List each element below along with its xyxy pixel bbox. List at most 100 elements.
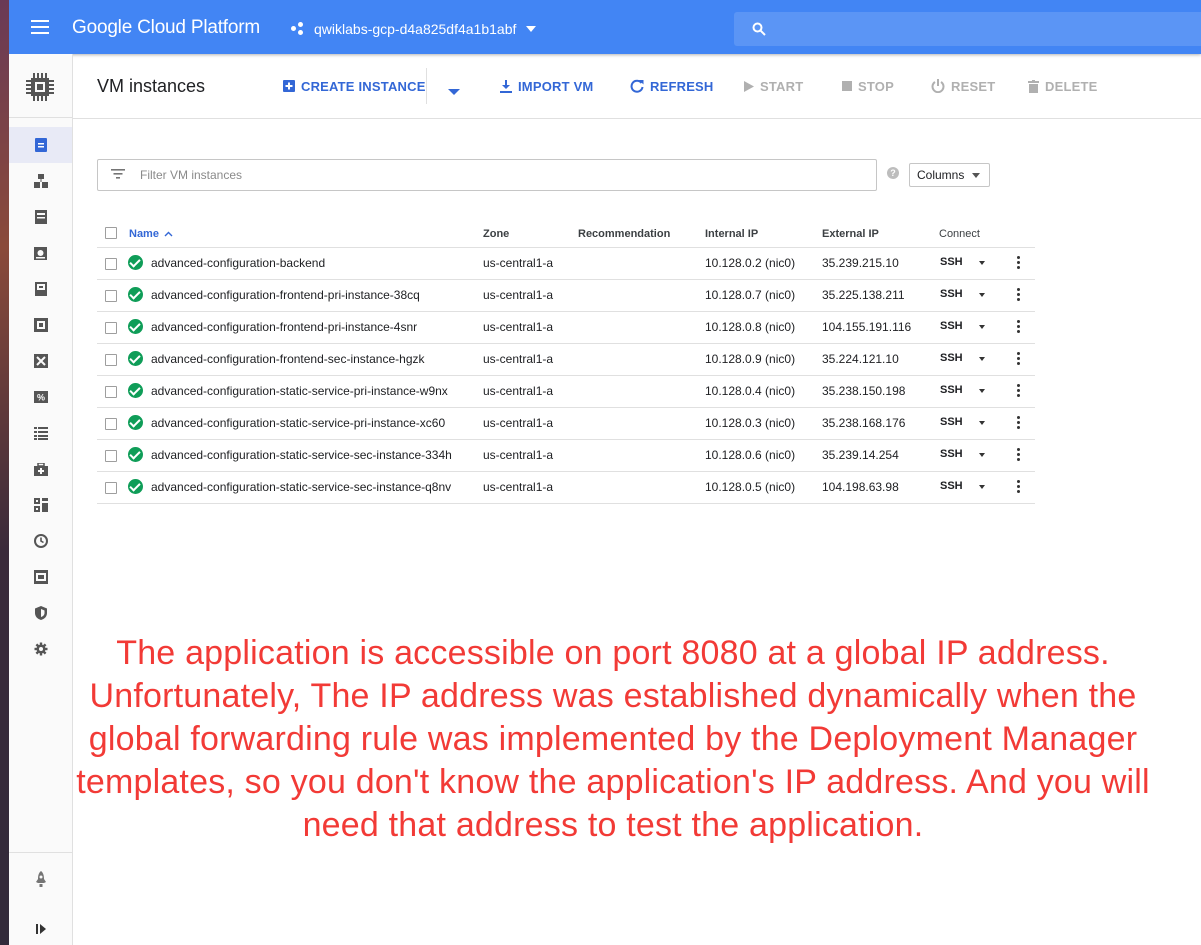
ssh-button[interactable]: SSH [940,320,963,332]
brand-title[interactable]: Google Cloud Platform [72,17,260,39]
table-row[interactable]: advanced-configuration-backend us-centra… [97,248,1035,280]
external-ip-cell[interactable]: 35.224.121.10 [822,352,899,366]
instance-name-link[interactable]: advanced-configuration-static-service-se… [151,480,451,494]
more-actions-icon[interactable] [1017,448,1020,463]
ssh-menu-chevron-icon[interactable] [979,325,985,329]
instance-groups-icon[interactable] [9,163,72,199]
import-vm-button[interactable]: IMPORT VM [500,77,593,95]
more-actions-icon[interactable] [1017,416,1020,431]
table-row[interactable]: advanced-configuration-static-service-pr… [97,376,1035,408]
machine-images-icon[interactable] [9,271,72,307]
ssh-menu-chevron-icon[interactable] [979,293,985,297]
delete-button[interactable]: DELETE [1028,77,1097,95]
ssh-menu-chevron-icon[interactable] [979,261,985,265]
ssh-menu-chevron-icon[interactable] [979,389,985,393]
instance-name-link[interactable]: advanced-configuration-backend [151,256,325,270]
ssh-menu-chevron-icon[interactable] [979,453,985,457]
more-actions-icon[interactable] [1017,320,1020,335]
create-instance-button[interactable]: CREATE INSTANCE [283,77,426,95]
instance-name-link[interactable]: advanced-configuration-static-service-se… [151,448,452,462]
external-ip-cell[interactable]: 35.238.150.198 [822,384,905,398]
table-row[interactable]: advanced-configuration-static-service-se… [97,472,1035,504]
ssh-button[interactable]: SSH [940,256,963,268]
ssh-button[interactable]: SSH [940,352,963,364]
instance-templates-icon[interactable] [9,199,72,235]
more-actions-icon[interactable] [1017,256,1020,271]
internal-ip-cell: 10.128.0.8 (nic0) [705,320,796,334]
project-selector[interactable]: qwiklabs-gcp-d4a825df4a1b1abf [291,17,537,41]
instance-name-link[interactable]: advanced-configuration-frontend-sec-inst… [151,352,425,366]
create-instance-menu-button[interactable] [448,83,460,101]
row-checkbox[interactable] [105,482,117,494]
ssh-button[interactable]: SSH [940,448,963,460]
start-button[interactable]: START [744,77,803,95]
row-checkbox[interactable] [105,290,117,302]
column-name[interactable]: Name [129,228,173,240]
more-actions-icon[interactable] [1017,288,1020,303]
sole-tenant-nodes-icon[interactable] [9,235,72,271]
zone-cell: us-central1-a [483,256,554,270]
security-scans-icon[interactable] [9,595,72,631]
table-row[interactable]: advanced-configuration-frontend-pri-inst… [97,280,1035,312]
tpus-icon[interactable] [9,307,72,343]
help-icon[interactable]: ? [887,167,899,179]
column-recommendation[interactable]: Recommendation [578,228,670,240]
compute-chip-icon[interactable] [25,72,55,102]
import-vm-label: IMPORT VM [518,78,594,94]
select-all-checkbox[interactable] [105,227,117,239]
column-external-ip[interactable]: External IP [822,228,879,240]
health-checks-icon[interactable] [9,451,72,487]
ssh-menu-chevron-icon[interactable] [979,421,985,425]
zones-icon[interactable] [9,487,72,523]
expand-rail-icon[interactable] [9,911,72,945]
row-checkbox[interactable] [105,386,117,398]
search-input[interactable] [734,12,1201,46]
row-checkbox[interactable] [105,322,117,334]
external-ip-cell[interactable]: 35.238.168.176 [822,416,905,430]
row-checkbox[interactable] [105,418,117,430]
instance-name-link[interactable]: advanced-configuration-static-service-pr… [151,416,445,430]
external-ip-cell[interactable]: 104.155.191.116 [822,320,911,334]
snapshots-icon[interactable] [9,523,72,559]
ssh-button[interactable]: SSH [940,480,963,492]
create-instance-label: CREATE INSTANCE [301,78,426,94]
more-actions-icon[interactable] [1017,352,1020,367]
external-ip-cell[interactable]: 35.239.215.10 [822,256,899,270]
table-row[interactable]: advanced-configuration-frontend-sec-inst… [97,344,1035,376]
instance-name-link[interactable]: advanced-configuration-static-service-pr… [151,384,448,398]
ssh-button[interactable]: SSH [940,416,963,428]
external-ip-cell[interactable]: 35.239.14.254 [822,448,899,462]
row-checkbox[interactable] [105,354,117,366]
more-actions-icon[interactable] [1017,384,1020,399]
metadata-icon[interactable] [9,415,72,451]
row-checkbox[interactable] [105,450,117,462]
table-row[interactable]: advanced-configuration-frontend-pri-inst… [97,312,1035,344]
column-zone[interactable]: Zone [483,228,509,240]
ssh-menu-chevron-icon[interactable] [979,357,985,361]
ssh-menu-chevron-icon[interactable] [979,485,985,489]
external-ip-cell[interactable]: 104.198.63.98 [822,480,899,494]
start-label: START [760,78,804,94]
external-ip-cell[interactable]: 35.225.138.211 [822,288,905,302]
refresh-button[interactable]: REFRESH [630,77,714,95]
menu-icon[interactable] [31,20,49,34]
vm-instances-icon[interactable] [9,127,72,163]
images-icon[interactable] [9,559,72,595]
ssh-button[interactable]: SSH [940,288,963,300]
more-actions-icon[interactable] [1017,480,1020,495]
column-internal-ip[interactable]: Internal IP [705,228,758,240]
table-row[interactable]: advanced-configuration-static-service-se… [97,440,1035,472]
committed-use-discounts-icon[interactable]: % [9,379,72,415]
instance-name-link[interactable]: advanced-configuration-frontend-pri-inst… [151,320,417,334]
migrate-icon[interactable] [9,343,72,379]
columns-dropdown[interactable]: Columns [909,163,990,187]
row-checkbox[interactable] [105,258,117,270]
marketplace-icon[interactable] [9,861,72,897]
instance-name-link[interactable]: advanced-configuration-frontend-pri-inst… [151,288,420,302]
stop-button[interactable]: STOP [842,77,894,95]
stop-icon [842,81,852,91]
ssh-button[interactable]: SSH [940,384,963,396]
filter-input[interactable]: Filter VM instances [97,159,877,191]
reset-button[interactable]: RESET [931,77,995,95]
table-row[interactable]: advanced-configuration-static-service-pr… [97,408,1035,440]
